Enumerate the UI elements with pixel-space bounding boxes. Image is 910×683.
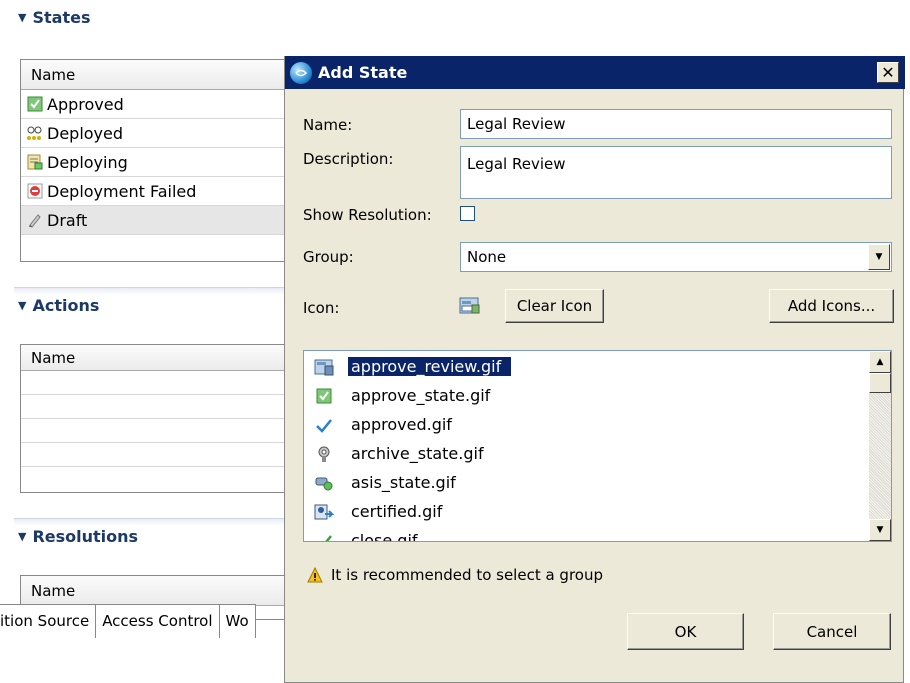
state-row-deploying[interactable]: Deploying (21, 148, 288, 177)
actions-header-label: Actions (32, 296, 100, 315)
states-section-header[interactable]: ▼ States (18, 8, 90, 27)
checkmark-icon (314, 415, 334, 435)
tab-workflow[interactable]: Wo (219, 605, 256, 638)
chevron-down-icon: ▼ (876, 525, 884, 535)
icon-file-name: certified.gif (351, 502, 443, 521)
show-resolution-checkbox[interactable] (460, 206, 475, 221)
group-warning: It is recommended to select a group (307, 566, 603, 584)
icon-list[interactable]: approve_review.gif approve_state.gif app… (303, 350, 892, 542)
state-row-draft[interactable]: Draft (21, 206, 288, 235)
state-label: Deployed (47, 123, 124, 143)
approve-review-icon (314, 357, 334, 377)
add-icons-button[interactable]: Add Icons... (769, 289, 894, 323)
selected-icon-preview (459, 296, 481, 316)
list-item[interactable]: asis_state.gif (304, 468, 459, 497)
section-divider (14, 287, 286, 295)
state-row-deployment-failed[interactable]: Deployment Failed (21, 177, 288, 206)
list-item[interactable]: close.gif (304, 526, 421, 542)
close-icon: ✕ (881, 62, 895, 82)
tab-access-control[interactable]: Access Control (96, 605, 220, 638)
cancel-button[interactable]: Cancel (773, 613, 891, 650)
scroll-down-button[interactable]: ▼ (869, 519, 891, 541)
scroll-thumb[interactable] (869, 373, 891, 393)
state-row-deployed[interactable]: Deployed (21, 119, 288, 148)
states-header-label: States (32, 8, 91, 27)
name-label: Name: (303, 116, 353, 134)
icon-label: Icon: (303, 299, 340, 317)
group-select[interactable]: None ▼ (460, 242, 892, 272)
resolutions-header-label: Resolutions (32, 527, 139, 546)
icon-list-scrollbar[interactable]: ▲ ▼ (869, 351, 891, 541)
state-label: Deploying (47, 152, 128, 172)
editor-tab-bar: ition Source Access Control Wo (0, 604, 256, 638)
list-item[interactable]: approved.gif (304, 410, 455, 439)
resolutions-name-column-header[interactable]: Name (21, 576, 288, 606)
chevron-up-icon: ▲ (876, 357, 884, 367)
deploying-icon (27, 154, 43, 170)
chevron-down-icon: ▼ (875, 252, 883, 262)
actions-section-header[interactable]: ▼ Actions (18, 296, 99, 315)
pencil-icon (27, 212, 43, 228)
list-item[interactable]: archive_state.gif (304, 439, 487, 468)
warning-icon (307, 567, 323, 583)
collapse-triangle-icon: ▼ (18, 11, 27, 24)
icon-file-name: approve_state.gif (351, 386, 491, 405)
approve-state-icon (314, 386, 334, 406)
name-field[interactable]: Legal Review (460, 109, 892, 139)
deployment-failed-icon (27, 183, 43, 199)
table-row (21, 371, 288, 395)
description-label: Description: (303, 150, 394, 168)
state-label: Draft (47, 210, 88, 230)
clear-icon-button[interactable]: Clear Icon (505, 289, 604, 323)
close-state-icon (314, 531, 334, 541)
group-selected-value: None (467, 248, 507, 266)
collapse-triangle-icon: ▼ (18, 530, 27, 543)
scroll-up-button[interactable]: ▲ (869, 351, 891, 373)
icon-file-name: asis_state.gif (351, 473, 456, 492)
deployed-glasses-icon (27, 125, 43, 141)
dropdown-arrow-button[interactable]: ▼ (868, 244, 890, 270)
group-label: Group: (303, 248, 354, 266)
show-resolution-label: Show Resolution: (303, 206, 432, 224)
resolutions-section-header[interactable]: ▼ Resolutions (18, 527, 138, 546)
list-item[interactable]: approve_state.gif (304, 381, 493, 410)
states-name-column-header[interactable]: Name (21, 60, 288, 90)
list-item[interactable]: approve_review.gif (304, 352, 512, 381)
icon-file-name: approve_review.gif (348, 357, 512, 376)
actions-table: Name (20, 344, 288, 493)
table-row (21, 443, 288, 467)
approved-check-icon (27, 96, 43, 112)
state-row-approved[interactable]: Approved (21, 90, 288, 119)
app-globe-icon (290, 61, 312, 84)
table-row (21, 419, 288, 443)
section-divider (14, 518, 286, 526)
tab-notification-source[interactable]: ition Source (0, 605, 97, 638)
icon-file-name: close.gif (351, 531, 418, 542)
ok-button[interactable]: OK (627, 613, 744, 650)
certified-icon (314, 502, 334, 522)
description-field[interactable]: Legal Review (460, 146, 892, 199)
state-label: Approved (47, 94, 124, 114)
list-item[interactable]: certified.gif (304, 497, 445, 526)
archive-state-icon (314, 444, 334, 464)
states-table: Name Approved Deployed Deploying Deploym… (20, 59, 288, 262)
icon-file-name: archive_state.gif (351, 444, 484, 463)
add-state-dialog: Add State ✕ Name: Legal Review Descripti… (284, 56, 905, 683)
dialog-titlebar[interactable]: Add State ✕ (285, 56, 905, 89)
actions-name-column-header[interactable]: Name (21, 345, 288, 371)
dialog-title: Add State (318, 63, 408, 82)
icon-file-name: approved.gif (351, 415, 452, 434)
asis-state-icon (314, 473, 334, 493)
collapse-triangle-icon: ▼ (18, 299, 27, 312)
close-button[interactable]: ✕ (877, 62, 899, 83)
table-row (21, 395, 288, 419)
state-label: Deployment Failed (47, 181, 197, 201)
warning-text: It is recommended to select a group (331, 566, 603, 584)
